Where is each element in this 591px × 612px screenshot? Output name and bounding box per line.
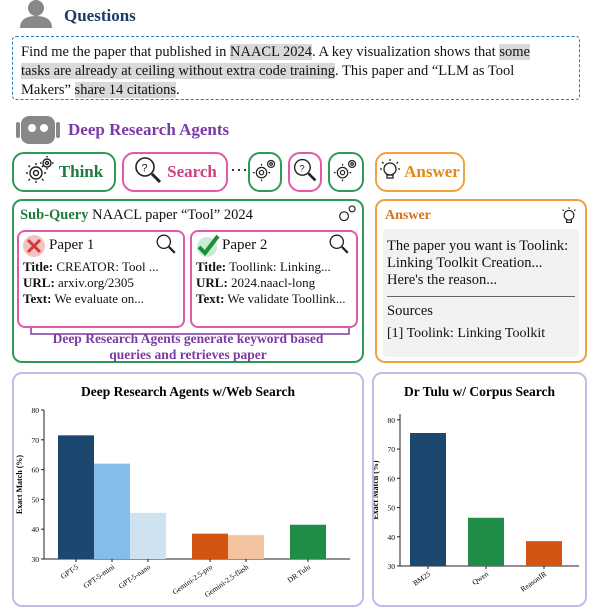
paper-card-1[interactable]: Paper 1 Title: CREATOR: Tool ... URL: ar… (17, 230, 185, 328)
highlight-citations: share 14 citations (74, 82, 177, 98)
x-tick-label: GPT-5-mini (82, 562, 117, 590)
y-tick-label: 60 (32, 466, 40, 475)
search-step-small: ? (288, 152, 322, 192)
gears-icon (336, 203, 358, 230)
answer-line: The paper you want is Toolink: (387, 238, 569, 254)
magnifier-icon: ? (133, 155, 163, 190)
y-tick-label: 80 (32, 406, 40, 415)
answer-title: Answer (385, 208, 431, 223)
bar-gpt-5-mini (94, 463, 130, 559)
ellipsis: ··· (230, 160, 248, 180)
chart-svg: Dr Tulu w/ Corpus Search 30 40 50 60 70 80 Exac… (371, 384, 579, 594)
magnifier-icon (155, 233, 177, 259)
answer-line: Linking Toolkit Creation... (387, 255, 543, 271)
x-tick-label: ReasonIR (519, 569, 548, 593)
y-axis-label: Exact Match (%) (374, 460, 380, 519)
highlight-claim: tasks are already at ceiling without ext… (21, 63, 336, 79)
y-tick-label: 80 (388, 416, 396, 425)
chart-title: Deep Research Agents w/Web Search (81, 384, 295, 399)
answer-step: Answer (375, 152, 465, 192)
magnifier-icon: ? (292, 157, 318, 188)
think-step: Think (12, 152, 116, 192)
paper-title: Toollink: Linking... (229, 259, 331, 274)
x-tick-label: GPT-5 (59, 562, 81, 581)
y-tick-label: 60 (388, 474, 396, 483)
paper-text: We validate Toollink... (227, 291, 346, 306)
y-tick-label: 70 (388, 445, 396, 454)
gears-icon (333, 157, 359, 188)
x-tick-label: Qwen (470, 569, 490, 587)
questions-title: Questions (64, 6, 136, 25)
search-label: Search (167, 162, 217, 181)
y-axis-label: Exact Match (%) (15, 455, 24, 514)
agents-caption: Deep Research Agents generate keyword ba… (52, 331, 324, 362)
x-tick-label: GPT-5-nano (117, 562, 153, 591)
highlight-venue: NAACL 2024 (230, 44, 313, 60)
cross-icon (22, 234, 46, 262)
lightbulb-icon (561, 205, 577, 232)
question-box: Find me the paper that published in NAAC… (12, 36, 580, 100)
bar-bm25 (410, 433, 446, 566)
paper-url: arxiv.org/2305 (58, 275, 134, 290)
magnifier-icon (328, 233, 350, 259)
answer-panel: Answer The paper you want is Toolink: Li… (375, 199, 587, 363)
think-label: Think (58, 162, 104, 181)
think-step-small (248, 152, 282, 192)
bar-gpt-5 (58, 435, 94, 559)
y-tick-label: 30 (32, 555, 40, 564)
source-link[interactable]: [1] Toolink: Linking Toolkit (387, 326, 545, 342)
search-step: ? Search (122, 152, 228, 192)
y-tick-label: 70 (32, 436, 40, 445)
gears-icon (252, 157, 278, 188)
bar-gemini-2-5-flash (228, 535, 264, 559)
chart-title: Dr Tulu w/ Corpus Search (404, 384, 556, 399)
svg-text:?: ? (299, 163, 304, 174)
chart-corpus-search: Dr Tulu w/ Corpus Search 30 40 50 60 70 80 Exac… (371, 372, 587, 607)
robot-icon (14, 112, 62, 146)
paper-card-2[interactable]: Paper 2 Title: Toollink: Linking... URL:… (190, 230, 358, 328)
svg-text:?: ? (142, 162, 148, 174)
answer-line: Here's the reason... (387, 272, 498, 288)
y-tick-label: 30 (388, 562, 396, 571)
subquery-panel: Sub-Query NAACL paper “Tool” 2024 Paper … (12, 199, 364, 363)
x-tick-label: BM25 (411, 569, 432, 588)
y-tick-label: 50 (388, 504, 396, 513)
x-tick-label: DR Tulu (286, 562, 313, 584)
chart-svg: Deep Research Agents w/Web Search 30 40 50 6… (15, 384, 350, 599)
lightbulb-icon (380, 157, 401, 188)
paper-text: We evaluate on... (54, 291, 144, 306)
gears-icon (25, 155, 55, 190)
y-tick-label: 40 (388, 533, 396, 542)
bar-gpt-5-nano (130, 512, 166, 559)
think-step-small (328, 152, 364, 192)
bar-qwen (468, 517, 504, 566)
bar-gemini-2-5-pro (192, 533, 228, 559)
chart-web-search: Deep Research Agents w/Web Search 30 40 50 6… (12, 372, 364, 607)
answer-content: The paper you want is Toolink: Linking T… (383, 229, 579, 357)
paper-url: 2024.naacl-long (231, 275, 316, 290)
agents-title: Deep Research Agents (68, 120, 230, 139)
y-tick-label: 40 (32, 525, 40, 534)
bar-dr-tulu (290, 524, 326, 559)
question-icon (18, 0, 54, 28)
subquery-prefix: Sub-Query (20, 207, 89, 223)
y-tick-label: 50 (32, 495, 40, 504)
answer-label: Answer (404, 162, 460, 181)
bar-reasonir (526, 541, 562, 566)
paper-title: CREATOR: Tool ... (56, 259, 159, 274)
sources-label: Sources (387, 303, 433, 319)
subquery-text: NAACL paper “Tool” 2024 (92, 207, 253, 223)
question-text: Find me the paper that published in (21, 44, 231, 60)
check-icon (195, 234, 221, 262)
